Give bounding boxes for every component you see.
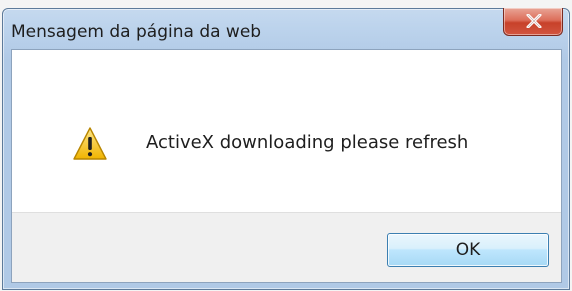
dialog-body: ActiveX downloading please refresh OK — [11, 49, 562, 283]
close-icon — [526, 14, 542, 28]
close-button[interactable] — [503, 8, 563, 36]
dialog-message: ActiveX downloading please refresh — [146, 132, 469, 153]
warning-icon — [73, 127, 107, 160]
dialog-title: Mensagem da página da web — [11, 22, 262, 42]
dialog-footer: OK — [12, 212, 561, 282]
ok-button[interactable]: OK — [387, 233, 549, 267]
message-dialog: Mensagem da página da web ActiveX downlo… — [2, 8, 570, 290]
